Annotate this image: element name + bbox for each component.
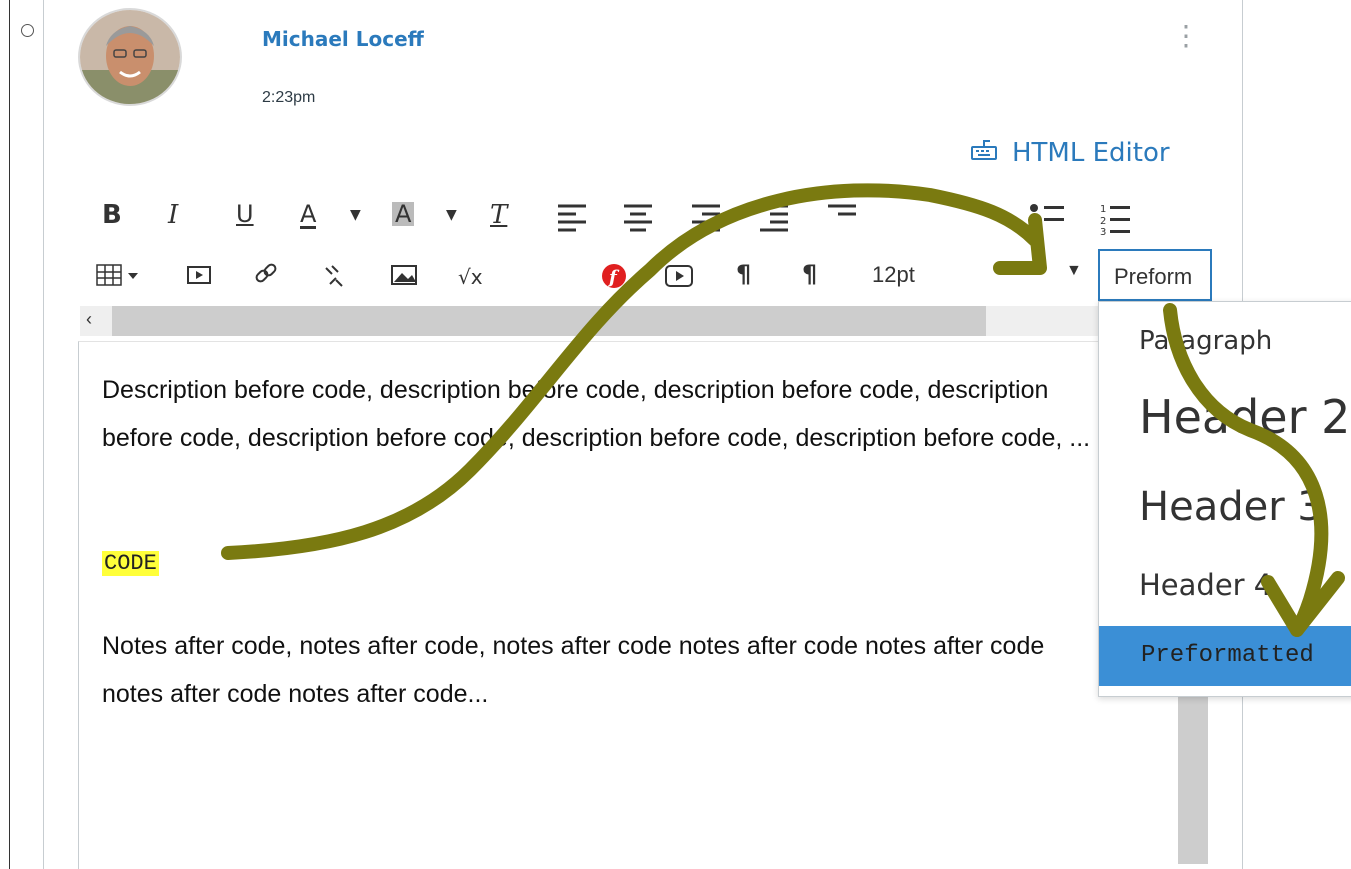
font-size-select[interactable]: 12pt — [872, 262, 915, 288]
html-editor-link[interactable]: HTML Editor — [970, 138, 1170, 168]
paragraph-before-code[interactable]: Description before code, description bef… — [102, 366, 1112, 462]
svg-text:3: 3 — [1100, 227, 1106, 236]
ltr-direction-icon[interactable]: ¶ — [736, 262, 751, 286]
scroll-left-arrow-icon[interactable]: ‹ — [86, 309, 92, 330]
caret-down-icon[interactable] — [128, 273, 138, 279]
italic-button[interactable]: I — [168, 202, 178, 228]
toolbar-alignment-group: 1 2 3 — [558, 204, 1130, 236]
numbered-list-icon[interactable]: 1 2 3 — [1100, 204, 1130, 236]
table-icon[interactable] — [96, 264, 122, 286]
html-editor-label: HTML Editor — [1012, 138, 1170, 168]
menu-item-preformatted-label: Preformatted — [1141, 642, 1314, 669]
caret-down-icon[interactable]: ▼ — [350, 208, 361, 222]
clear-formatting-button[interactable]: T — [490, 202, 507, 228]
caret-down-icon[interactable]: ▼ — [1066, 262, 1082, 280]
bold-button[interactable]: B — [102, 202, 122, 228]
rtl-direction-icon[interactable]: ¶ — [802, 262, 817, 286]
equation-icon[interactable]: √x — [458, 265, 483, 289]
scrollbar-thumb[interactable] — [112, 306, 986, 336]
unlink-icon[interactable] — [325, 265, 343, 287]
align-right-icon[interactable] — [692, 204, 720, 232]
link-icon[interactable] — [255, 263, 277, 283]
format-dropdown-menu: Paragraph Header 2 Header 3 Header 4 Pre… — [1098, 301, 1351, 697]
post-time: 2:23pm — [262, 89, 316, 106]
unread-indicator[interactable] — [21, 24, 34, 37]
image-icon[interactable] — [391, 265, 417, 285]
align-left-icon[interactable] — [558, 204, 586, 232]
font-color-button[interactable]: A — [300, 202, 317, 229]
keyboard-icon — [970, 138, 998, 168]
align-center-icon[interactable] — [624, 204, 652, 232]
underline-button[interactable]: U — [236, 202, 254, 226]
more-options-icon[interactable]: ⋮ — [1172, 22, 1200, 50]
svg-text:2: 2 — [1100, 216, 1106, 227]
bulleted-list-icon[interactable] — [1030, 204, 1064, 235]
media-icon[interactable] — [187, 266, 211, 284]
embed-video-icon[interactable] — [664, 262, 694, 295]
menu-item-header-4[interactable]: Header 4 — [1139, 568, 1272, 602]
svg-text:1: 1 — [1100, 204, 1106, 215]
menu-item-header-2[interactable]: Header 2 — [1139, 390, 1350, 444]
outdent-icon[interactable] — [760, 204, 788, 232]
format-select[interactable]: Preform — [1098, 249, 1212, 301]
entry-divider — [43, 0, 44, 869]
flash-media-icon[interactable]: f — [600, 262, 628, 295]
caret-down-icon[interactable]: ▼ — [446, 208, 457, 222]
avatar[interactable] — [78, 8, 182, 106]
menu-item-paragraph[interactable]: Paragraph — [1139, 326, 1272, 356]
code-block[interactable]: CODE — [102, 551, 159, 576]
menu-item-preformatted[interactable]: Preformatted — [1099, 626, 1351, 686]
paragraph-after-code[interactable]: Notes after code, notes after code, note… — [102, 622, 1112, 718]
left-border — [9, 0, 10, 869]
indent-icon[interactable] — [828, 204, 856, 216]
background-color-button[interactable]: A — [392, 202, 415, 226]
menu-item-header-3[interactable]: Header 3 — [1139, 484, 1323, 530]
author-name[interactable]: Michael Loceff — [262, 27, 424, 51]
toolbar-insert-group: √x — [96, 263, 483, 289]
